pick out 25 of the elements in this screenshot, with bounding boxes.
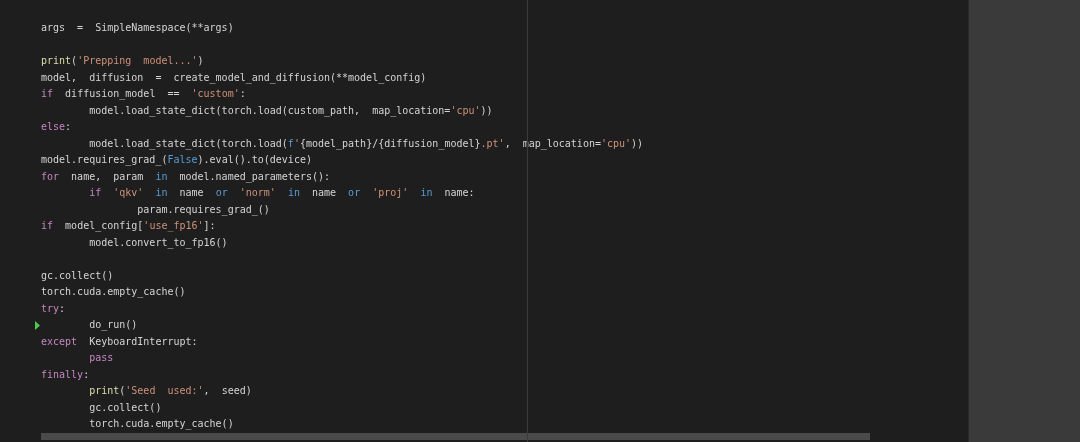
code-line: if model_config['use_fp16']: [41, 219, 216, 234]
horizontal-scrollbar[interactable] [41, 433, 870, 440]
code-line: do_run() [88, 318, 138, 333]
code-line: param.requires_grad_() [136, 202, 270, 218]
code-line: model.load_state_dict(torch.load(f'{model_path}/{diffusion_model}.pt', map_location='cpu')) [88, 136, 644, 152]
code-line: print('Prepping model...') [41, 54, 204, 68]
code-line: except KeyboardInterrupt: [41, 334, 198, 349]
code-line: model.requires_grad_(False).eval().to(device) [41, 153, 312, 168]
code-line: model.load_state_dict(torch.load(custom_path, map_location='cpu')) [88, 103, 493, 119]
code-line: gc.collect() [88, 400, 162, 415]
code-line: model.convert_to_fp16() [88, 235, 228, 251]
code-line: args = SimpleNamespace(**args) [41, 21, 234, 35]
code-line: gc.collect() [41, 268, 114, 283]
execution-pointer-icon [35, 320, 40, 330]
code-line: model, diffusion = create_model_and_diffusion(**model_config) [41, 70, 427, 86]
code-line: else: [41, 120, 72, 134]
code-line: pass [88, 351, 114, 365]
code-line: try: [41, 301, 66, 316]
code-line: if 'qkv' in name or 'norm' in name or 'proj' in name: [88, 186, 475, 200]
code-line: torch.cuda.empty_cache() [88, 417, 234, 432]
code-line: finally: [41, 367, 90, 382]
code-line: if diffusion_model == 'custom': [41, 87, 246, 102]
code-line: torch.cuda.empty_cache() [41, 285, 186, 300]
code-line: print('Seed used:', seed) [88, 384, 252, 398]
code-line: for name, param in model.named_parameters(): [41, 169, 330, 185]
